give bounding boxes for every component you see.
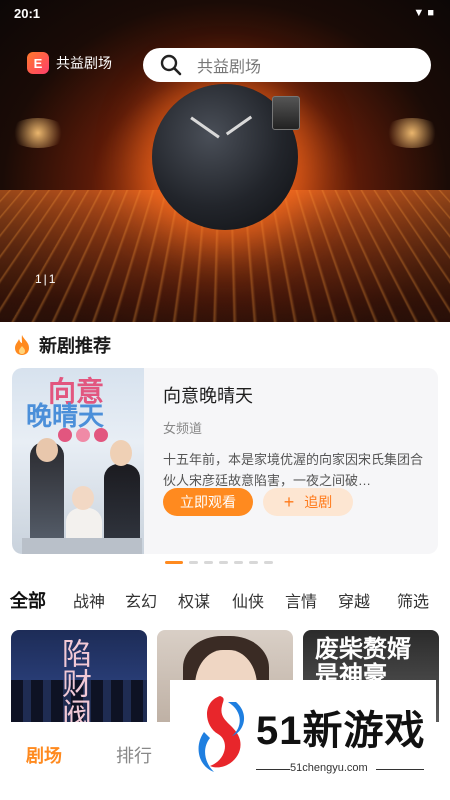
carousel-dot[interactable]	[165, 561, 183, 564]
carousel-dot[interactable]	[204, 561, 213, 564]
watermark: 51新游戏 51chengyu.com	[170, 680, 436, 798]
heart-icon	[94, 428, 108, 442]
category-tab-fantasy[interactable]: 玄幻	[125, 588, 157, 612]
watermark-brand: 51新游戏	[256, 709, 426, 753]
show-poster[interactable]: 向意 晚晴天	[12, 368, 144, 554]
carousel-dot[interactable]	[189, 561, 198, 564]
category-tab-time-travel[interactable]: 穿越	[338, 588, 370, 612]
watermark-divider	[376, 769, 424, 770]
show-actions: 立即观看 + 追剧	[163, 488, 353, 516]
carousel-dot[interactable]	[234, 561, 243, 564]
category-tab-romance[interactable]: 言情	[285, 588, 317, 612]
watermark-url: 51chengyu.com	[290, 762, 368, 774]
category-tab-xianxia[interactable]: 仙侠	[232, 588, 264, 612]
status-time: 20:1	[14, 6, 41, 21]
follow-label: 追剧	[304, 494, 333, 510]
carousel-indicator	[165, 561, 279, 564]
watermark-divider	[256, 769, 290, 770]
section-title-text: 新剧推荐	[39, 336, 111, 356]
thumbnail-title: 陷财阀	[56, 638, 91, 728]
show-info: 向意晚晴天 女频道 十五年前，本是家境优渥的向家因宋氏集团合伙人宋彦廷故意陷害，…	[163, 382, 431, 491]
heart-icon	[58, 428, 72, 442]
show-description: 十五年前，本是家境优渥的向家因宋氏集团合伙人宋彦廷故意陷害，一夜之间破…	[163, 452, 424, 488]
search-bar[interactable]: 共益剧场	[143, 48, 431, 82]
carousel-dot[interactable]	[219, 561, 228, 564]
category-tab-all[interactable]: 全部	[10, 587, 46, 613]
watermark-logo-icon	[198, 696, 245, 772]
status-icons: ▼ ■	[413, 7, 434, 19]
follow-show-button[interactable]: + 追剧	[263, 488, 353, 516]
poster-figure-head	[36, 438, 58, 462]
banner-light-right	[382, 118, 442, 148]
category-tabs: 全部 战神 玄幻 权谋 仙侠 言情 穿越 筛选	[10, 588, 442, 612]
watch-now-button[interactable]: 立即观看	[163, 488, 253, 516]
sphere-hand	[190, 116, 220, 139]
carousel-dot[interactable]	[249, 561, 258, 564]
app-logo[interactable]: E 共益剧场	[27, 52, 112, 74]
status-bar: 20:1 ▼ ■	[0, 0, 450, 28]
banner-light-left	[8, 118, 68, 148]
show-title[interactable]: 向意晚晴天	[163, 382, 431, 408]
filter-button[interactable]: 筛选	[397, 588, 429, 612]
search-icon	[160, 54, 182, 76]
logo-text: 共益剧场	[56, 55, 112, 71]
poster-figure-head	[110, 440, 132, 466]
heart-icon	[76, 428, 90, 442]
search-placeholder: 共益剧场	[197, 59, 262, 76]
category-tab-intrigue[interactable]: 权谋	[178, 588, 210, 612]
carousel-dot[interactable]	[264, 561, 273, 564]
nav-ranking[interactable]: 排行	[116, 742, 152, 768]
logo-badge-icon: E	[27, 52, 49, 74]
banner-crown-image	[272, 96, 300, 130]
flame-icon	[15, 335, 29, 355]
poster-figure-head	[72, 486, 94, 510]
show-channel: 女频道	[163, 421, 203, 436]
plus-icon: +	[283, 492, 295, 512]
sphere-hand	[225, 115, 253, 136]
poster-table	[22, 538, 142, 554]
category-tab-war-god[interactable]: 战神	[73, 588, 105, 612]
section-title-new-shows: 新剧推荐	[12, 332, 111, 358]
nav-theater[interactable]: 剧场	[26, 742, 62, 768]
banner-counter: 1|1	[35, 272, 58, 286]
recommend-card[interactable]: 向意 晚晴天 向意晚晴天 女频道 十五年前，本是家境优渥的向家因宋氏集团合伙人宋…	[12, 368, 438, 554]
